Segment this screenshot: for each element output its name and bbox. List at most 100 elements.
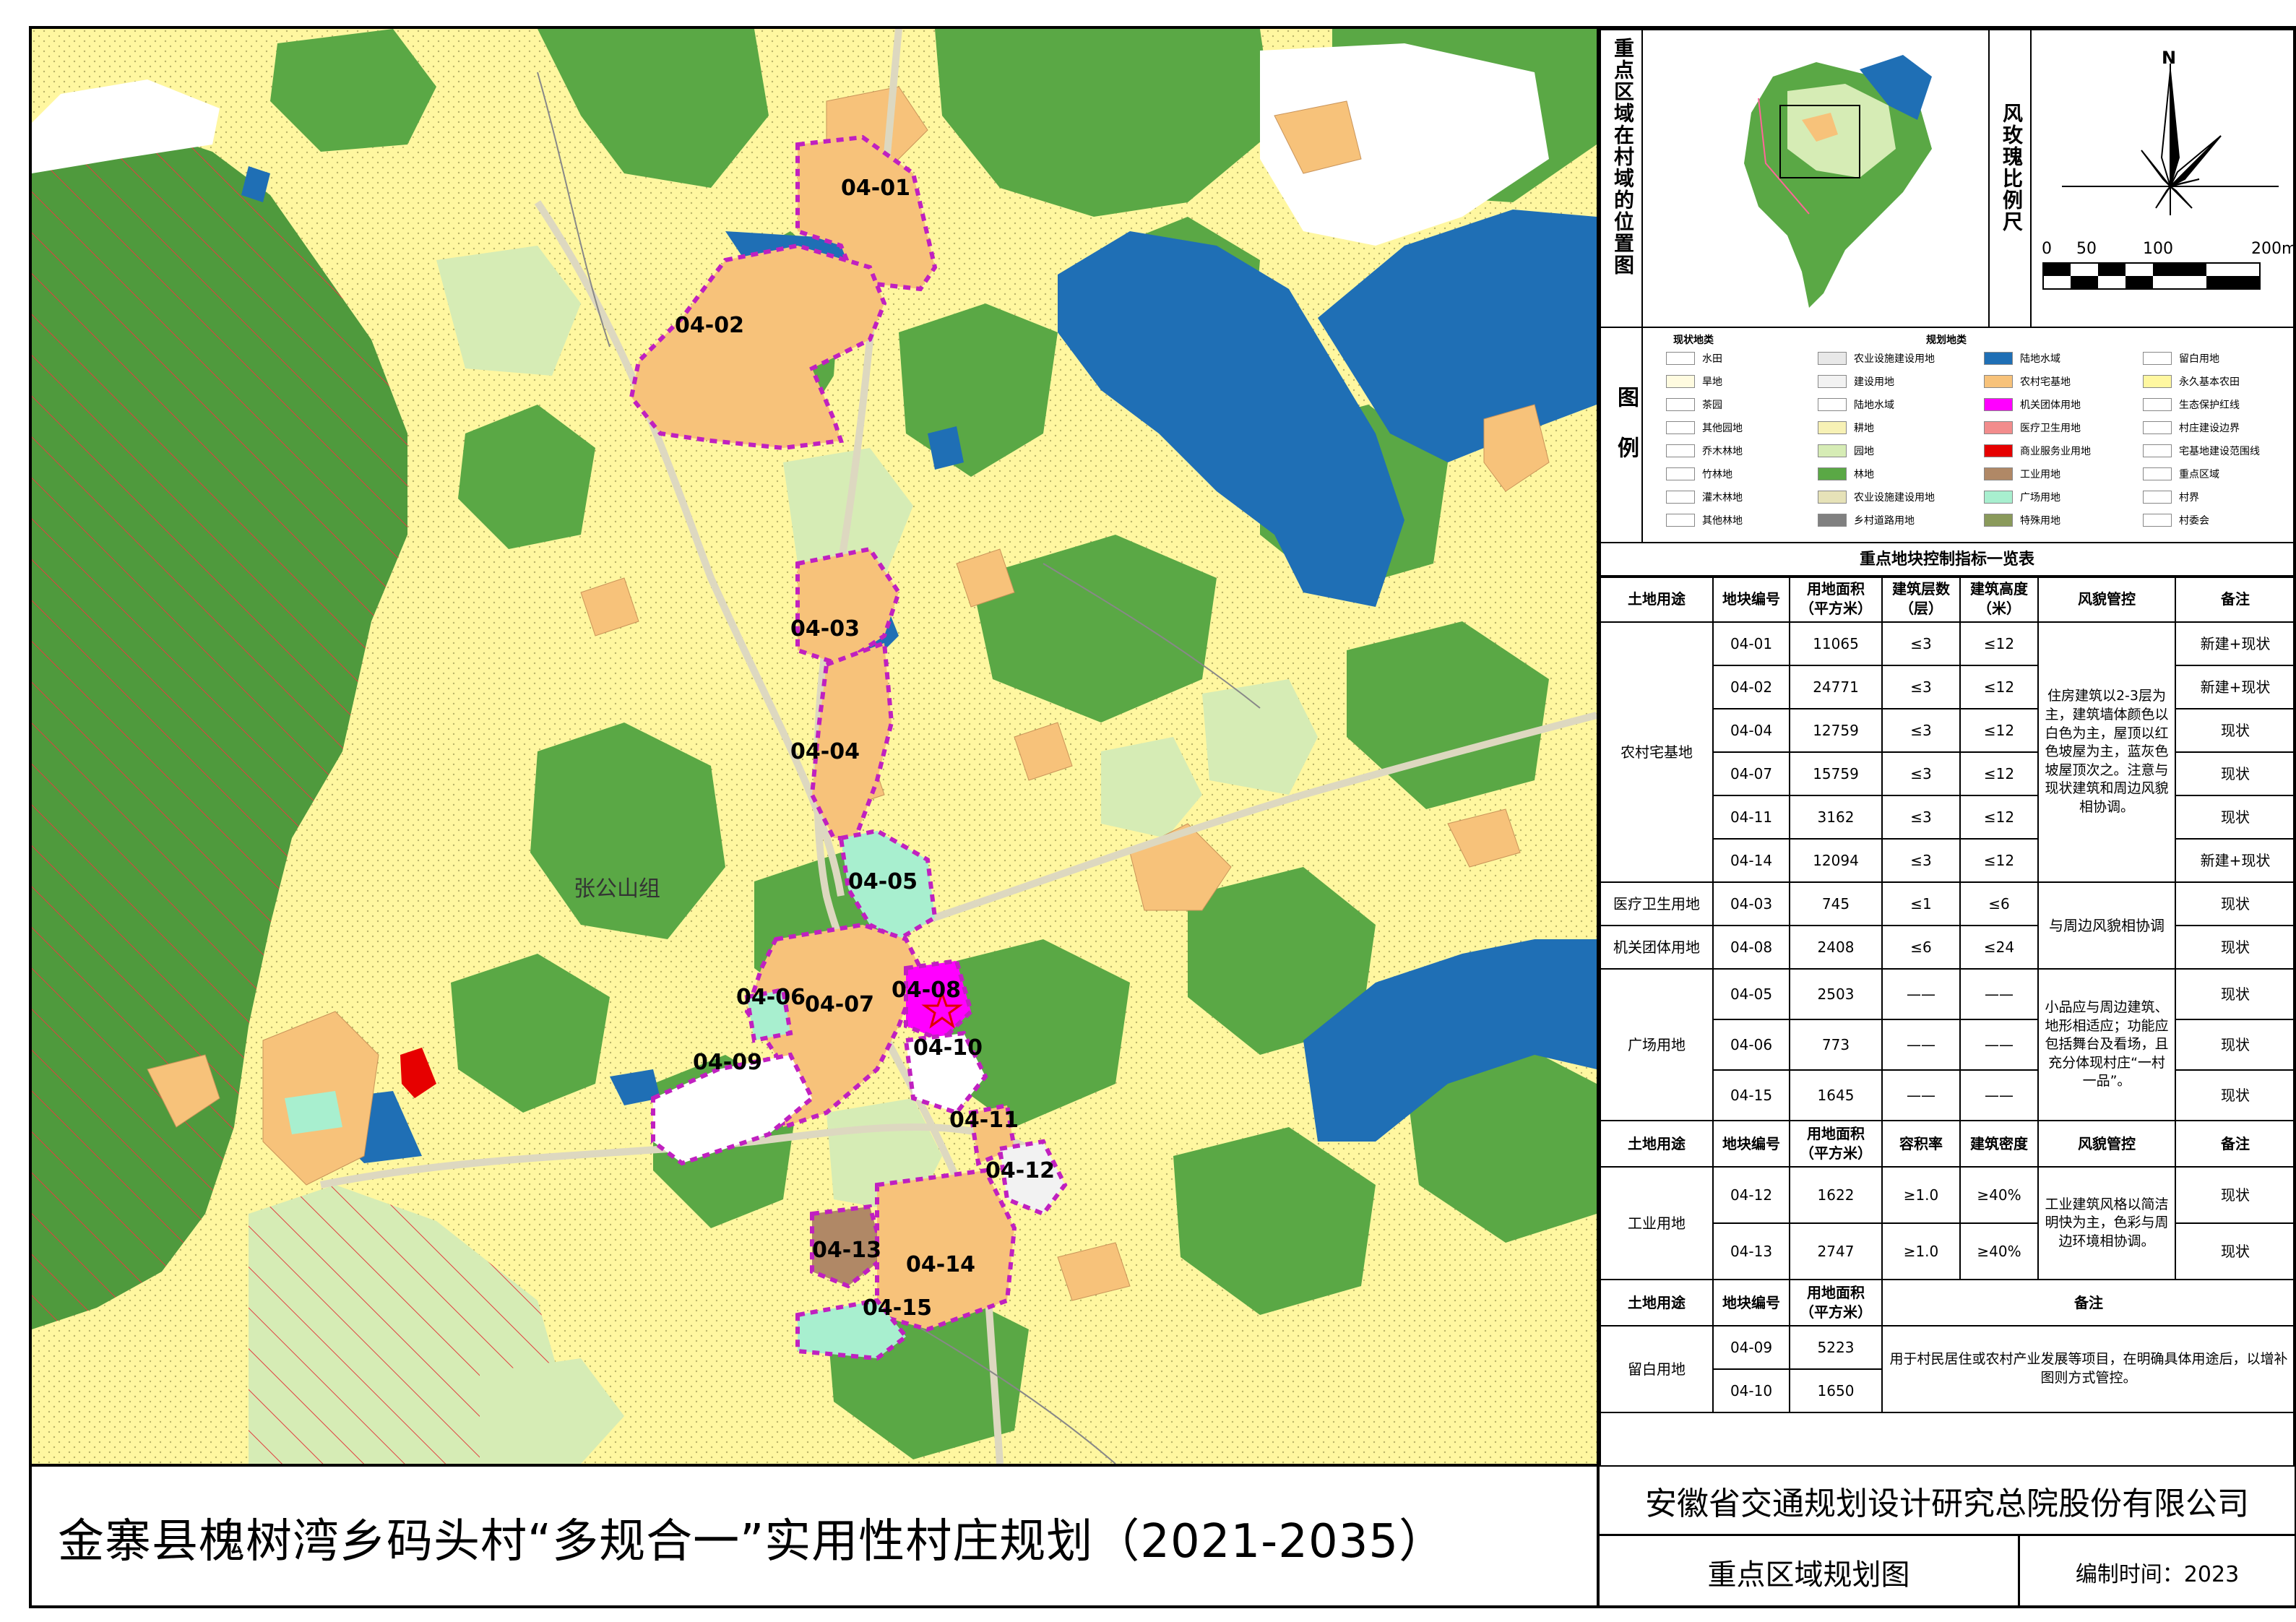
th-height: 建筑高度（米） [1959, 575, 2039, 623]
table-cell: 04-06 [1712, 1019, 1790, 1071]
legend-item-label: 其他林地 [1702, 515, 1743, 527]
legend-swatch [1984, 398, 2013, 411]
table-cell: ≤3 [1881, 621, 1961, 666]
label-04-07: 04-07 [805, 992, 874, 1017]
company-name: 安徽省交通规划设计研究总院股份有限公司 [1600, 1467, 2295, 1536]
table-cell: —— [1881, 1019, 1961, 1071]
table-cell: 新建+现状 [2175, 838, 2296, 883]
locator-box: 重点区域在村域的位置图 [1600, 29, 1990, 328]
label-04-01: 04-01 [841, 176, 910, 201]
legend-item: 特殊用地 [1984, 512, 2060, 529]
main-title: 金寨县槐树湾乡码头村“多规合一”实用性村庄规划（2021-2035） [58, 1515, 1446, 1569]
table-cell: 04-14 [1712, 838, 1790, 883]
th-use: 土地用途 [1600, 575, 1714, 623]
legend-item-label: 生态保护红线 [2179, 400, 2240, 411]
wind-rose: N [2062, 48, 2279, 215]
legend-item-label: 陆地水域 [1854, 400, 1894, 411]
compass-label: 风玫瑰比例尺 [2000, 103, 2024, 233]
table-cell: 12094 [1789, 838, 1883, 883]
table-cell: ≤1 [1881, 881, 1961, 926]
map-area[interactable]: 04-01 04-02 04-03 04-04 04-05 04-06 04-0… [32, 29, 1600, 1467]
info-panel: 重点区域在村域的位置图 风玫瑰比例尺 N 0 50 100 200m 图例 现状… [1600, 29, 2296, 1467]
label-04-05: 04-05 [848, 869, 918, 894]
th3-area: 用地面积（平方米） [1789, 1279, 1883, 1326]
table-cell: 现状 [2175, 1166, 2296, 1224]
compile-date: 编制时间：2023 [2075, 1562, 2240, 1587]
legend-swatch [2143, 375, 2172, 388]
table-cell: 04-13 [1712, 1222, 1790, 1280]
legend-item-label: 村庄建设边界 [2179, 423, 2240, 434]
table-cell: 04-08 [1712, 925, 1790, 970]
legend-item: 其他园地 [1666, 419, 1743, 436]
table-cell: 1650 [1789, 1368, 1883, 1413]
table-cell: 2408 [1789, 925, 1883, 970]
label-04-15: 04-15 [863, 1295, 932, 1321]
legend-item: 竹林地 [1666, 465, 1732, 483]
scale-tick-200: 200m [2251, 240, 2296, 258]
legend-item: 灌木林地 [1666, 488, 1743, 506]
table-cell: ≤6 [1959, 881, 2039, 926]
th3-code: 地块编号 [1712, 1279, 1790, 1326]
cell-reserve-note: 用于村民居住或农村产业发展等项目，在明确具体用途后，以增补图则方式管控。 [1881, 1325, 2296, 1413]
cell-reserve-use: 留白用地 [1600, 1325, 1714, 1413]
scale-bar: 0 50 100 200m [2042, 240, 2296, 296]
table-cell: —— [1881, 968, 1961, 1020]
th2-code: 地块编号 [1712, 1120, 1790, 1168]
legend-item: 陆地水域 [1984, 350, 2060, 367]
legend-swatch [1666, 467, 1695, 480]
legend-swatch [2143, 352, 2172, 365]
table-cell: 现状 [2175, 751, 2296, 796]
table-cell: 04-02 [1712, 665, 1790, 709]
th-floors: 建筑层数（层） [1881, 575, 1961, 623]
legend-items: 水田 农业设施建设用地 陆地水域 留白用地 旱地 建设用地 农村宅基地 永久基本农田 茶园 陆地水… [1666, 350, 2287, 538]
table-cell: ≤6 [1881, 925, 1961, 970]
table-cell: 5223 [1789, 1325, 1883, 1370]
cell-residential-style: 住房建筑以2-3层为主，建筑墙体颜色以白色为主，屋顶以红色坡屋为主，蓝灰色坡屋顶… [2037, 621, 2176, 883]
legend-item: 永久基本农田 [2143, 373, 2240, 390]
cell-office-use: 机关团体用地 [1600, 925, 1714, 970]
th2-style: 风貌管控 [2037, 1120, 2176, 1168]
locator-map [1744, 55, 1932, 308]
label-04-08: 04-08 [892, 978, 961, 1003]
label-04-11: 04-11 [949, 1108, 1019, 1133]
cell-medical-office-style: 与周边风貌相协调 [2037, 881, 2176, 970]
legend-item-label: 重点区域 [2179, 469, 2219, 480]
legend-item: 其他林地 [1666, 512, 1743, 529]
cell-industrial-style: 工业建筑风格以简洁明快为主，色彩与周边环境相协调。 [2037, 1166, 2176, 1280]
legend-item-label: 宅基地建设范围线 [2179, 446, 2260, 457]
compass-label-strip: 风玫瑰比例尺 [1990, 30, 2032, 327]
label-04-14: 04-14 [906, 1252, 975, 1277]
table-cell: 04-11 [1712, 795, 1790, 840]
label-04-04: 04-04 [790, 739, 860, 764]
table-cell: ≤3 [1881, 838, 1961, 883]
cell-industrial-use: 工业用地 [1600, 1166, 1714, 1280]
legend-item: 林地 [1818, 465, 1874, 483]
north-label: N [2162, 48, 2176, 68]
th2-area: 用地面积（平方米） [1789, 1120, 1883, 1168]
legend-item: 农业设施建设用地 [1818, 350, 1935, 367]
th2-note: 备注 [2175, 1120, 2296, 1168]
legend-item: 商业服务业用地 [1984, 442, 2091, 460]
legend-swatch [1818, 421, 1847, 434]
table-cell: 现状 [2175, 795, 2296, 840]
compass-box: 风玫瑰比例尺 N 0 50 100 200m [1988, 29, 2296, 328]
legend-box: 图例 现状地类 规划地类 水田 农业设施建设用地 陆地水域 留白用地 旱地 建设用地 农村宅… [1600, 327, 2295, 543]
table-cell: ≥40% [1959, 1222, 2039, 1280]
legend-item-label: 工业用地 [2020, 469, 2060, 480]
legend-item-label: 建设用地 [1854, 376, 1894, 388]
legend-item: 茶园 [1666, 396, 1722, 413]
legend-item: 广场用地 [1984, 488, 2060, 506]
locator-label: 重点区域在村域的位置图 [1611, 38, 1635, 276]
legend-swatch [1984, 444, 2013, 457]
legend-item: 乡村道路用地 [1818, 512, 1915, 529]
legend-swatch [1666, 444, 1695, 457]
legend-item: 乔木林地 [1666, 442, 1743, 460]
legend-item-label: 其他园地 [1702, 423, 1743, 434]
legend-swatch [1984, 514, 2013, 527]
scale-bar-graphic [2042, 262, 2261, 290]
legend-swatch [1818, 444, 1847, 457]
legend-item-label: 农村宅基地 [2020, 376, 2071, 388]
legend-item-label: 乔木林地 [1702, 446, 1743, 457]
legend-swatch [1818, 375, 1847, 388]
legend-item: 工业用地 [1984, 465, 2060, 483]
